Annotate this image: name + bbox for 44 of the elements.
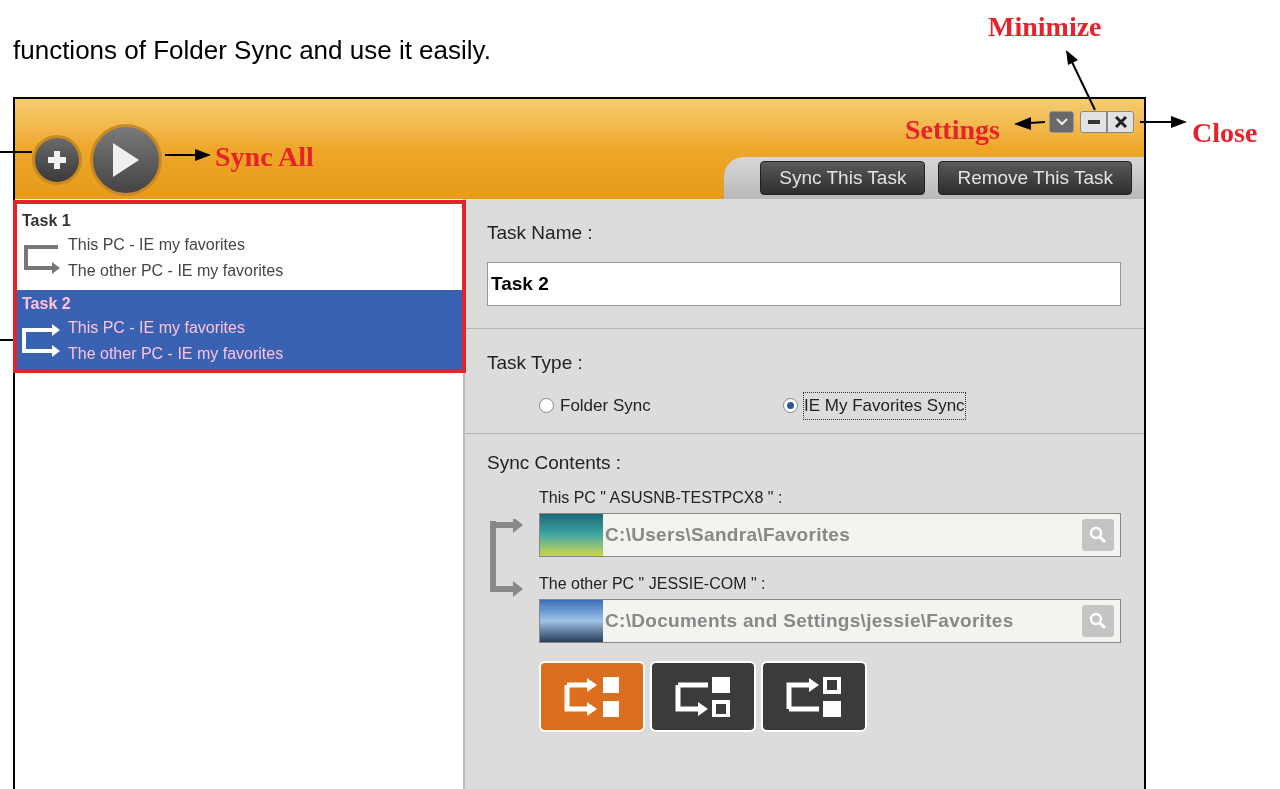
sync-mode-button[interactable] xyxy=(650,661,756,732)
minimize-button[interactable] xyxy=(1080,111,1107,133)
folder-label: This PC " ASUSNB-TESTPCX8 " : xyxy=(539,488,784,508)
option-label: Folder Sync xyxy=(560,395,651,417)
annotation-label: Minimize xyxy=(988,10,1102,44)
minimize-icon xyxy=(1087,120,1100,124)
annotation-label: Sync All xyxy=(215,140,314,174)
option-label: IE My Favorites Sync xyxy=(804,393,965,419)
chevron-down-icon xyxy=(1055,118,1068,126)
play-icon xyxy=(111,141,141,179)
radio-button[interactable] xyxy=(783,398,798,414)
plus-icon xyxy=(46,149,68,171)
annotation-label: Settings xyxy=(905,113,1000,147)
add-task-button[interactable] xyxy=(32,135,82,185)
pointer-arrow xyxy=(1014,117,1046,130)
sync-mode-icon xyxy=(563,676,621,717)
search-icon xyxy=(1089,612,1107,630)
annotation-label: Close xyxy=(1192,116,1258,150)
close-icon xyxy=(1114,116,1127,128)
radio-button[interactable] xyxy=(539,398,554,414)
field-label: Sync Contents : xyxy=(487,450,623,475)
toolbar-button[interactable]: Remove This Task xyxy=(938,161,1132,195)
toolbar-button[interactable]: Sync This Task xyxy=(760,161,926,195)
folder-label: The other PC " JESSIE-COM " : xyxy=(539,574,767,594)
task-name: Task 1 xyxy=(22,211,72,231)
leader-line xyxy=(0,339,14,341)
field-label: Task Name : xyxy=(487,221,594,245)
field-label: Task Type : xyxy=(487,350,584,375)
settings-button[interactable] xyxy=(1049,111,1074,133)
task-name-field[interactable]: Task 2 xyxy=(487,261,1121,306)
sync-mode-button[interactable] xyxy=(761,661,867,732)
search-icon xyxy=(1089,526,1107,544)
sync-mode-icon xyxy=(674,676,732,717)
close-button[interactable] xyxy=(1107,111,1134,133)
source-text: This PC - IE my favorites xyxy=(68,235,246,255)
thumbnail-placeholder xyxy=(540,514,603,556)
target-text: The other PC - IE my favorites xyxy=(68,344,284,364)
caption-text: functions of Folder Sync and use it easily. xyxy=(13,35,491,65)
thumbnail-placeholder xyxy=(540,600,603,642)
source-text: This PC - IE my favorites xyxy=(68,318,246,338)
target-text: The other PC - IE my favorites xyxy=(68,261,284,281)
pointer-arrow xyxy=(164,149,211,161)
sync-mode-icon xyxy=(785,676,843,717)
task-name: Task 2 xyxy=(22,294,72,314)
